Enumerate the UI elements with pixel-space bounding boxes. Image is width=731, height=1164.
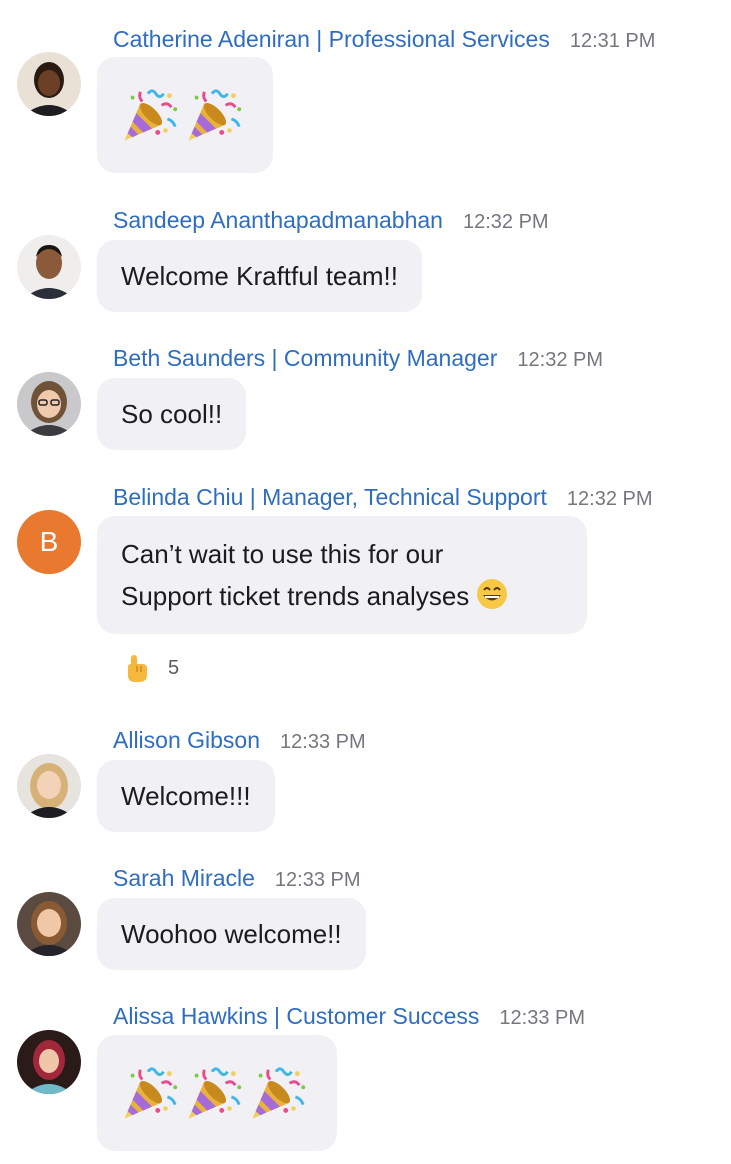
message-header: Allison Gibson 12:33 PM [113, 727, 366, 757]
message-text-line: Can’t wait to use this for our [121, 539, 444, 569]
avatar[interactable] [17, 892, 81, 956]
message-bubble[interactable]: Welcome!!! [97, 760, 275, 832]
message-header: Beth Saunders | Community Manager 12:32 … [113, 345, 603, 375]
message-header: Sandeep Ananthapadmanabhan 12:32 PM [113, 207, 549, 237]
party-popper-icon [119, 1062, 181, 1124]
person-photo-icon [17, 1030, 81, 1094]
sender-name[interactable]: Sandeep Ananthapadmanabhan [113, 207, 443, 234]
party-popper-icon [247, 1062, 309, 1124]
message-bubble[interactable]: Welcome Kraftful team!! [97, 240, 422, 312]
message-text: So cool!! [121, 399, 223, 429]
person-photo-icon [17, 52, 81, 116]
avatar[interactable] [17, 372, 81, 436]
timestamp: 12:33 PM [280, 731, 366, 753]
timestamp: 12:32 PM [517, 349, 603, 371]
message-header: Belinda Chiu | Manager, Technical Suppor… [113, 484, 653, 514]
avatar[interactable]: B [17, 510, 81, 574]
message-header: Alissa Hawkins | Customer Success 12:33 … [113, 1003, 585, 1033]
message-text: Woohoo welcome!! [121, 919, 342, 949]
sender-name[interactable]: Catherine Adeniran | Professional Servic… [113, 26, 550, 53]
party-popper-icon [183, 1062, 245, 1124]
timestamp: 12:33 PM [274, 869, 361, 891]
sender-name[interactable]: Beth Saunders | Community Manager [113, 345, 497, 372]
timestamp: 12:32 PM [462, 211, 549, 233]
message-text-line: Support ticket trends analyses [121, 575, 563, 617]
avatar[interactable] [17, 754, 81, 818]
timestamp: 12:33 PM [499, 1007, 586, 1029]
pointing-up-hand-icon [128, 655, 147, 682]
person-photo-icon [17, 235, 81, 299]
message-text: Welcome!!! [121, 781, 251, 811]
message-header: Sarah Miracle 12:33 PM [113, 865, 361, 895]
timestamp: 12:31 PM [569, 30, 656, 52]
message-text: Welcome Kraftful team!! [121, 261, 398, 291]
sender-name[interactable]: Sarah Miracle [113, 865, 255, 892]
person-photo-icon [17, 754, 81, 818]
message-bubble[interactable] [97, 1035, 337, 1151]
sender-name[interactable]: Allison Gibson [113, 727, 260, 754]
avatar[interactable] [17, 52, 81, 116]
avatar-initial: B [39, 526, 59, 557]
message-bubble[interactable]: Woohoo welcome!! [97, 898, 366, 970]
timestamp: 12:32 PM [566, 488, 653, 510]
reaction-chip[interactable]: 5 [122, 651, 179, 685]
party-popper-icon [119, 84, 181, 146]
message-bubble[interactable]: So cool!! [97, 378, 247, 450]
message-bubble[interactable]: Can’t wait to use this for our Support t… [97, 516, 587, 634]
person-photo-icon [17, 372, 81, 436]
grinning-face-icon [477, 579, 508, 609]
sender-name[interactable]: Belinda Chiu | Manager, Technical Suppor… [113, 484, 547, 511]
reaction-count: 5 [168, 656, 180, 679]
message-header: Catherine Adeniran | Professional Servic… [113, 26, 655, 56]
sender-name[interactable]: Alissa Hawkins | Customer Success [113, 1003, 479, 1030]
avatar[interactable] [17, 1030, 81, 1094]
party-popper-icon [183, 84, 245, 146]
message-bubble[interactable] [97, 57, 273, 173]
avatar[interactable] [17, 235, 81, 299]
person-photo-icon [17, 892, 81, 956]
